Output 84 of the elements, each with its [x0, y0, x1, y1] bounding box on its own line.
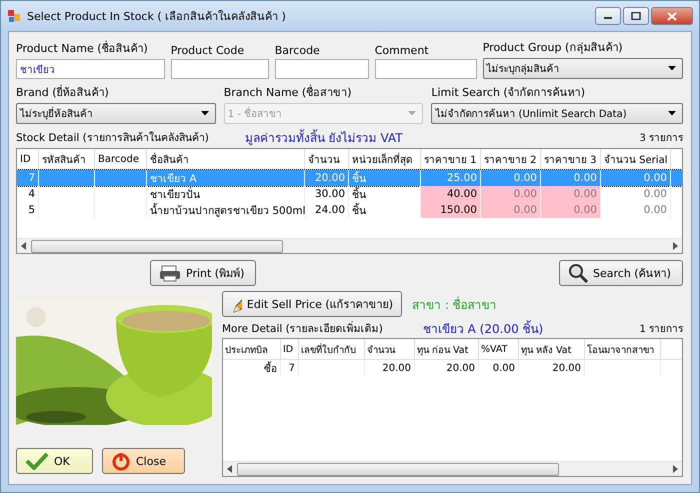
- table-cell: 0.00: [514, 188, 537, 200]
- dropdown-arrow-icon: [408, 111, 416, 116]
- table-cell: 0.00: [644, 188, 667, 200]
- table-cell: 20.00: [552, 362, 581, 374]
- search-button[interactable]: Search (ค้นหา): [559, 260, 683, 286]
- table-cell: 40.00: [446, 188, 477, 200]
- table-cell: 0.00: [514, 172, 537, 184]
- close-button[interactable]: [651, 7, 693, 25]
- horizontal-scrollbar[interactable]: [17, 238, 682, 253]
- section-title: Stock Detail (รายการสินค้าในคลังสินค้า): [16, 130, 209, 146]
- app-icon: [7, 9, 21, 23]
- column-header[interactable]: ทุน หลัง Vat: [519, 339, 585, 359]
- column-header[interactable]: ID: [281, 339, 299, 359]
- dropdown-arrow-icon: [200, 111, 209, 116]
- field-label: Comment: [374, 44, 430, 57]
- dropdown[interactable]: ไม่จำกัดการค้นหา (Unlimit Search Data): [431, 103, 683, 124]
- table-cell: 20.00: [446, 362, 475, 374]
- close-window-button[interactable]: Close: [102, 448, 185, 474]
- table-cell-text: ชิ้น: [352, 202, 366, 218]
- column-header[interactable]: %VAT: [479, 339, 519, 359]
- field-label: Product Code: [170, 44, 246, 57]
- table-cell: 4: [28, 188, 35, 200]
- table-cell: 25.00: [446, 172, 477, 184]
- input-field[interactable]: [374, 59, 477, 79]
- dropdown-arrow-icon: [668, 111, 676, 116]
- close-icon: [667, 12, 677, 20]
- print-button[interactable]: Print (พิมพ์): [150, 260, 256, 286]
- field-label: Brand (ยี่ห้อสินค้า): [16, 84, 110, 101]
- ok-button[interactable]: OK: [16, 448, 93, 474]
- column-header[interactable]: เลขที่ใบกำกับ: [299, 339, 365, 359]
- table-cell: 30.00: [314, 188, 345, 200]
- total-note: มูลค่ารวมทั้งสิ้น ยังไม่รวม VAT: [244, 128, 403, 146]
- column-header[interactable]: จำนวน: [365, 339, 415, 359]
- branch-label: สาขา : ชื่อสาขา: [412, 296, 497, 314]
- table-row[interactable]: 4 ชาเขียวปั่น 30.00 ชิ้น 40.00 0.00 0.00 0.00: [17, 186, 682, 202]
- table-cell: 0.00: [574, 172, 597, 184]
- printer-icon: [159, 264, 181, 282]
- input-field[interactable]: ชาเขียว: [16, 59, 165, 79]
- column-header[interactable]: โอนมาจากสาขา: [585, 339, 661, 359]
- horizontal-scrollbar[interactable]: [223, 461, 682, 476]
- dropdown-arrow-icon: [668, 66, 676, 71]
- column-header[interactable]: ประเภทบิล: [223, 339, 281, 359]
- table-cell: 7: [288, 362, 295, 374]
- field-label: Barcode: [274, 44, 321, 57]
- checkmark-icon: [25, 452, 49, 470]
- table-cell: ซื้อ: [264, 360, 277, 376]
- field-label: Product Group (กลุ่มสินค้า): [482, 40, 624, 56]
- row-count: 3 รายการ: [639, 132, 683, 144]
- table-cell-text: น้ำยาบ้วนปากสูตรชาเขียว 500ml: [150, 202, 306, 218]
- table-row[interactable]: 5 น้ำยาบ้วนปากสูตรชาเขียว 500ml 24.00 ชิ้น 150.00 0.00 0.00 0.00: [17, 202, 682, 218]
- table-cell-text: ชิ้น: [352, 170, 366, 186]
- table-cell: 0.00: [574, 204, 597, 216]
- table-cell: 20.00: [382, 362, 411, 374]
- column-header[interactable]: ทุน ก่อน Vat: [415, 339, 479, 359]
- table-cell-text: ชาเขียว A: [150, 172, 197, 186]
- maximize-button[interactable]: [623, 7, 649, 25]
- window-title: Select Product In Stock ( เลือกสินค้าในคลังสินค้า ): [27, 9, 286, 25]
- table-cell-text: ชิ้น: [352, 186, 366, 202]
- table-cell: 0.00: [644, 172, 667, 184]
- table-cell: 0.00: [574, 188, 597, 200]
- table-cell: 20.00: [314, 172, 345, 184]
- selected-product: ชาเขียว A (20.00 ชิ้น): [422, 319, 544, 338]
- field-label: Product Name (ชื่อสินค้า): [16, 40, 149, 57]
- field-label: Branch Name (ชื่อสาขา): [224, 84, 353, 101]
- section-title: More Detail (รายละเอียดเพิ่มเติม): [222, 320, 383, 336]
- table-cell-text: ชาเขียวปั่น: [150, 186, 200, 202]
- dropdown[interactable]: ไม่ระบุกลุ่มสินค้า: [482, 58, 683, 79]
- edit-price-button[interactable]: Edit Sell Price (แก้ราคาขาย): [222, 291, 402, 317]
- search-icon: [568, 263, 588, 283]
- minimize-button[interactable]: [595, 7, 621, 25]
- table-cell: 5: [28, 204, 35, 216]
- input-field[interactable]: [274, 59, 369, 79]
- power-icon: [111, 451, 131, 471]
- input-field[interactable]: [170, 59, 269, 79]
- table-cell: 7: [28, 172, 35, 184]
- table-cell: 150.00: [440, 204, 477, 216]
- table-cell: 0.00: [514, 204, 537, 216]
- field-label: Limit Search (จำกัดการค้นหา): [431, 85, 586, 101]
- table-cell: 0.00: [644, 204, 667, 216]
- table-cell: 24.00: [314, 204, 345, 216]
- row-count: 1 รายการ: [639, 322, 683, 336]
- dropdown[interactable]: ไม่ระบุยี่ห้อสินค้า: [16, 103, 216, 124]
- table-cell: 0.00: [492, 362, 515, 374]
- maximize-icon: [631, 12, 641, 20]
